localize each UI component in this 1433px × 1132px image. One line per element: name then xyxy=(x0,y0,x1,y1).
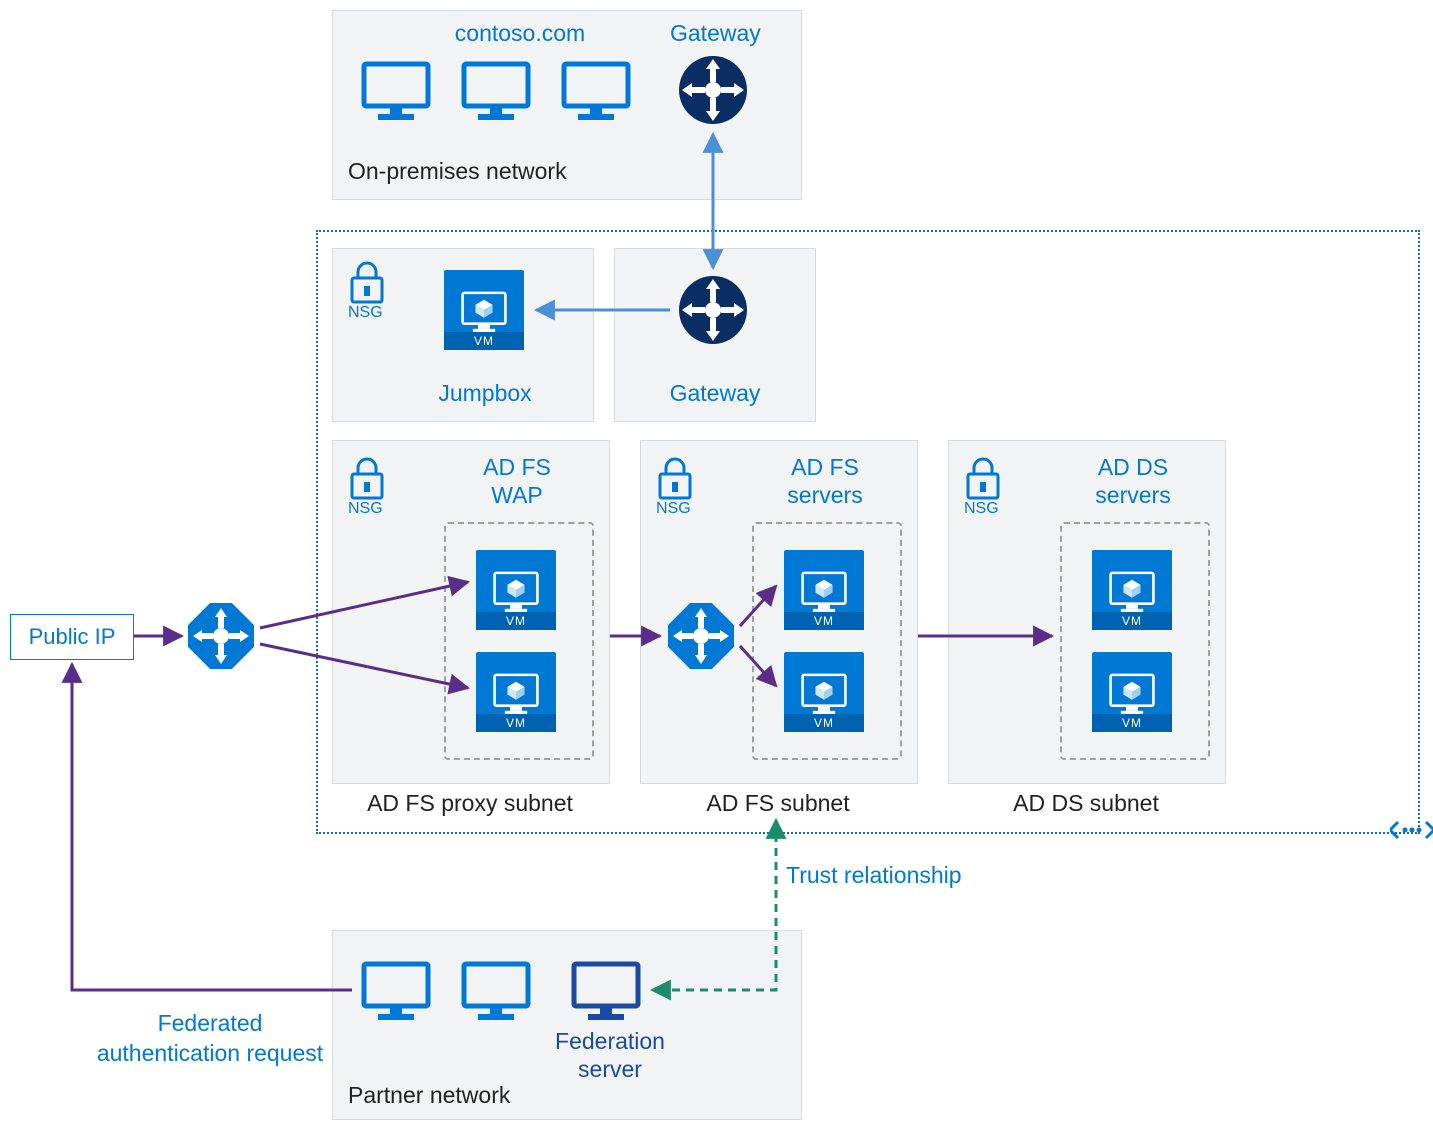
vm-label: VM xyxy=(476,714,556,732)
adds-nsg-text: NSG xyxy=(964,500,999,518)
wap-nsg-lock-icon xyxy=(344,454,390,500)
onprem-domain-label: contoso.com xyxy=(420,20,620,47)
public-ip-label: Public IP xyxy=(29,624,116,650)
wap-subnet-label: AD FS proxy subnet xyxy=(332,790,608,817)
adds-nsg-lock-icon xyxy=(960,454,1006,500)
vm-label: VM xyxy=(1092,612,1172,630)
public-ip-box: Public IP xyxy=(10,614,134,660)
federation-server-icon xyxy=(570,960,642,1022)
onprem-gateway-icon xyxy=(678,55,748,125)
vm-label: VM xyxy=(476,612,556,630)
adfs-vm-icon-1: VM xyxy=(784,550,864,630)
azure-gateway-icon xyxy=(678,275,748,345)
adfs-nsg-lock-icon xyxy=(652,454,698,500)
wap-vm-icon-1: VM xyxy=(476,550,556,630)
partner-pc-icon-1 xyxy=(360,960,432,1022)
wap-vm-icon-2: VM xyxy=(476,652,556,732)
external-lb-icon xyxy=(188,603,254,669)
onprem-gateway-label: Gateway xyxy=(670,20,761,47)
partner-title: Partner network xyxy=(348,1082,510,1109)
wap-title: AD FS WAP xyxy=(442,454,592,509)
onprem-pc-icon-2 xyxy=(460,60,532,122)
onprem-pc-icon-3 xyxy=(560,60,632,122)
adds-title: AD DS servers xyxy=(1058,454,1208,509)
jumpbox-nsg-lock-icon xyxy=(344,258,390,304)
jumpbox-nsg-text: NSG xyxy=(348,304,383,322)
jumpbox-vm-icon: VM xyxy=(444,270,524,350)
federated-label-2: authentication request xyxy=(60,1040,360,1067)
adfs-title: AD FS servers xyxy=(750,454,900,509)
adfs-subnet-label: AD FS subnet xyxy=(640,790,916,817)
vm-label: VM xyxy=(784,714,864,732)
partner-pc-icon-2 xyxy=(460,960,532,1022)
adds-vm-icon-2: VM xyxy=(1092,652,1172,732)
federated-label-1: Federated xyxy=(100,1010,320,1037)
adds-vm-icon-1: VM xyxy=(1092,550,1172,630)
vm-label: VM xyxy=(784,612,864,630)
onprem-pc-icon-1 xyxy=(360,60,432,122)
vm-label: VM xyxy=(444,332,524,350)
azure-gateway-label: Gateway xyxy=(640,380,790,407)
federation-server-label: Federation server xyxy=(530,1028,690,1083)
jumpbox-label: Jumpbox xyxy=(410,380,560,407)
wap-nsg-text: NSG xyxy=(348,500,383,518)
internal-lb-icon xyxy=(668,603,734,669)
onprem-title: On-premises network xyxy=(348,158,567,185)
vm-label: VM xyxy=(1092,714,1172,732)
adfs-vm-icon-2: VM xyxy=(784,652,864,732)
adds-subnet-label: AD DS subnet xyxy=(948,790,1224,817)
vnet-handle-icon xyxy=(1390,818,1433,842)
trust-relationship-label: Trust relationship xyxy=(786,862,962,889)
adfs-nsg-text: NSG xyxy=(656,500,691,518)
